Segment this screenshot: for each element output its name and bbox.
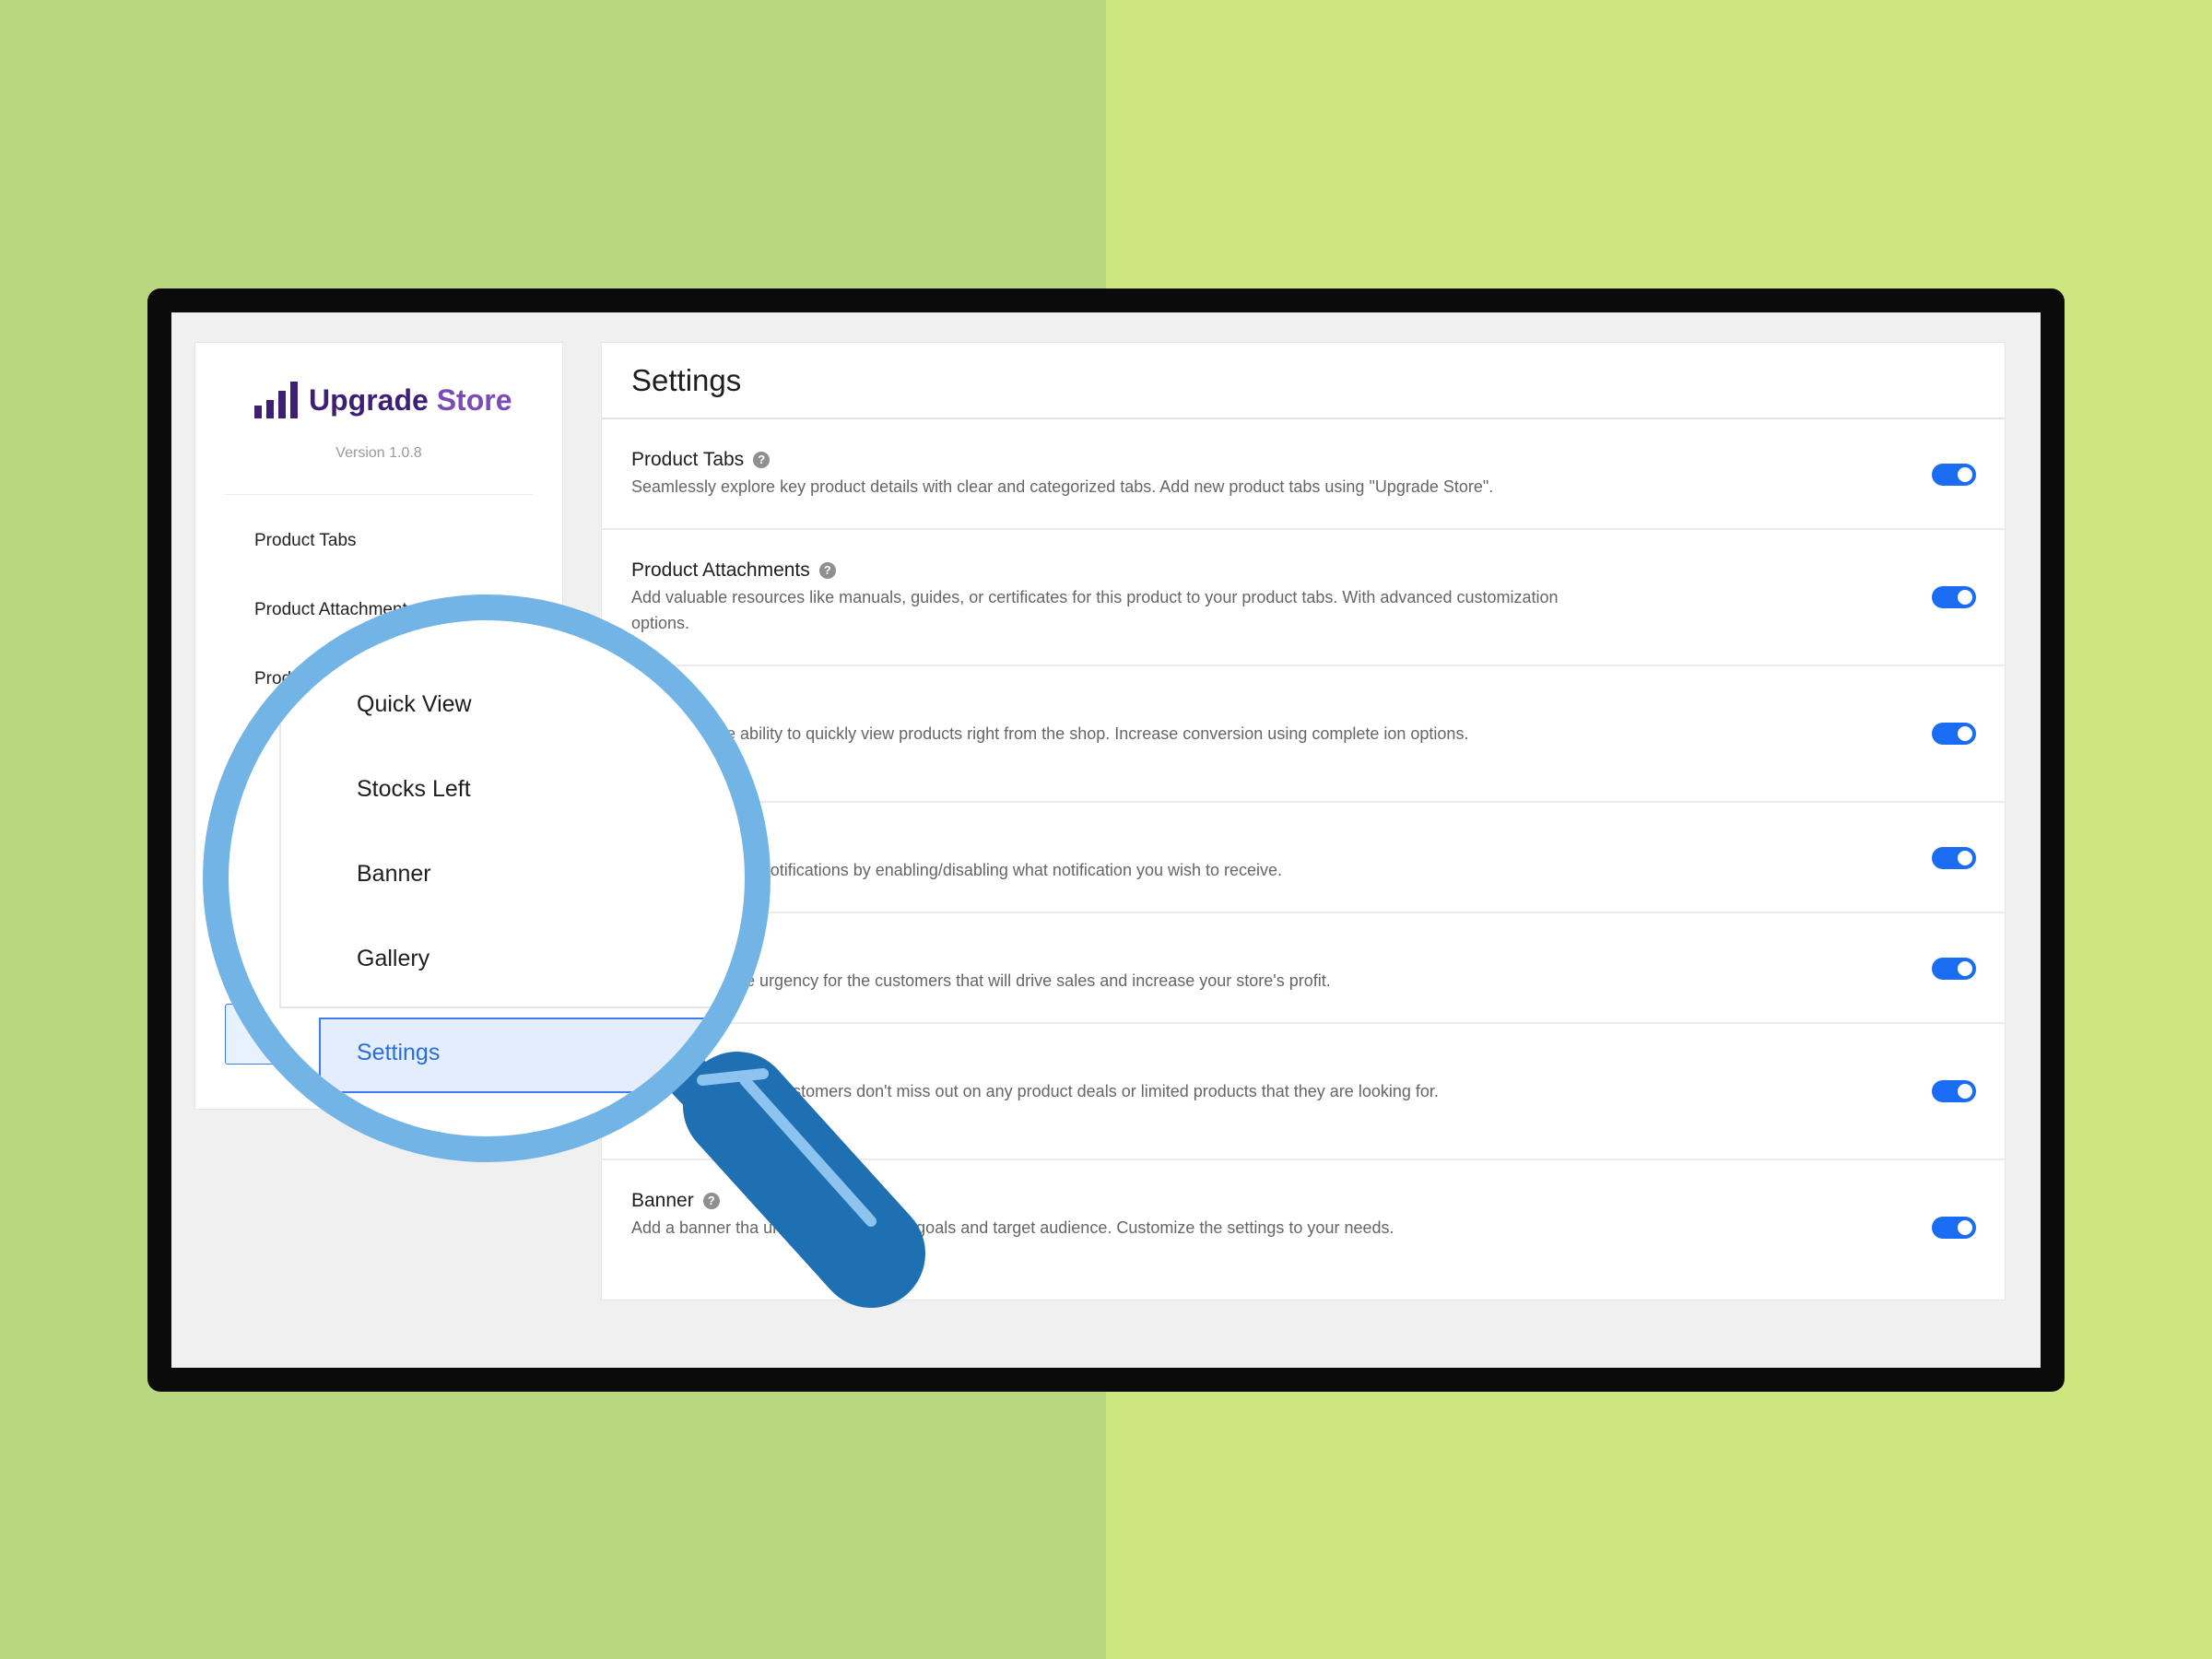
product-tabs-toggle[interactable] [1932,464,1976,486]
setting-row: ft? Sho f stocks left so customers don't… [602,1024,2005,1160]
setting-description: Add valuable resources like manuals, gui… [631,588,1559,632]
help-icon[interactable]: ? [753,452,771,468]
setting-description: Seamlessly explore key product details w… [631,477,1494,496]
banner-toggle[interactable] [1932,1217,1976,1239]
quick-view-toggle[interactable] [1932,723,1976,745]
setting-row: fications? r WooCommerce notifications b… [602,803,2005,913]
help-icon[interactable]: ? [712,835,729,852]
help-icon[interactable]: ? [651,1056,668,1073]
countdown-timer-toggle[interactable] [1932,958,1976,980]
sidebar-item-product-notifications[interactable]: Product N [254,669,332,689]
setting-row: Product Attachments? Add valuable resour… [602,530,2005,666]
version-label: Version 1.0.8 [335,445,422,461]
setting-row: Banner? Add a banner tha ur current mark… [602,1160,2005,1300]
brand-logo: Upgrade Store [254,382,512,418]
setting-description: r WooCommerce notifications by enabling/… [631,861,1283,879]
page-title: Settings [631,363,742,397]
bar-chart-icon [254,382,298,418]
sidebar-item-product-tabs[interactable]: Product Tabs [254,531,357,551]
help-icon[interactable]: ? [702,1193,720,1209]
product-notifications-toggle[interactable] [1932,847,1976,869]
app-screen: Upgrade Store Version 1.0.8 Product Tabs… [171,312,2041,1368]
setting-description: timers create the urgency for the custom… [631,971,1331,990]
sidebar-item-settings[interactable]: Set [225,1004,317,1065]
setting-title: Product Attachments? [631,559,836,582]
sidebar-item-product-attachments[interactable]: Product Attachments [254,600,416,620]
setting-description: customers the ability to quickly view pr… [631,724,1469,743]
setting-row: View? customers the ability to quickly v… [602,666,2005,803]
setting-row: Timer? timers create the urgency for the… [602,913,2005,1024]
setting-title: Banner? [631,1190,720,1212]
product-attachments-toggle[interactable] [1932,586,1976,608]
help-icon[interactable]: ? [682,699,700,715]
setting-title: fications? [631,832,729,854]
setting-title: View? [631,696,700,718]
setting-title: ft? [631,1053,668,1076]
setting-title: Product Tabs? [631,449,771,471]
brand-name: Upgrade Store [309,383,512,417]
setting-row: Product Tabs? Seamlessly explore key pro… [602,419,2005,530]
settings-panel: Settings Product Tabs? Seamlessly explor… [601,342,2006,1300]
help-icon[interactable]: ? [688,946,706,962]
sidebar-divider [225,494,533,495]
setting-title: Timer? [631,943,706,965]
stocks-left-toggle[interactable] [1932,1080,1976,1102]
help-icon[interactable]: ? [818,562,836,579]
sidebar: Upgrade Store Version 1.0.8 Product Tabs… [194,342,563,1110]
setting-description: Sho f stocks left so customers don't mis… [631,1082,1439,1100]
monitor-frame: Upgrade Store Version 1.0.8 Product Tabs… [147,288,2065,1392]
setting-description: Add a banner tha ur current marketing go… [631,1218,1394,1237]
sidebar-item-quick-view[interactable]: Q [254,738,268,759]
